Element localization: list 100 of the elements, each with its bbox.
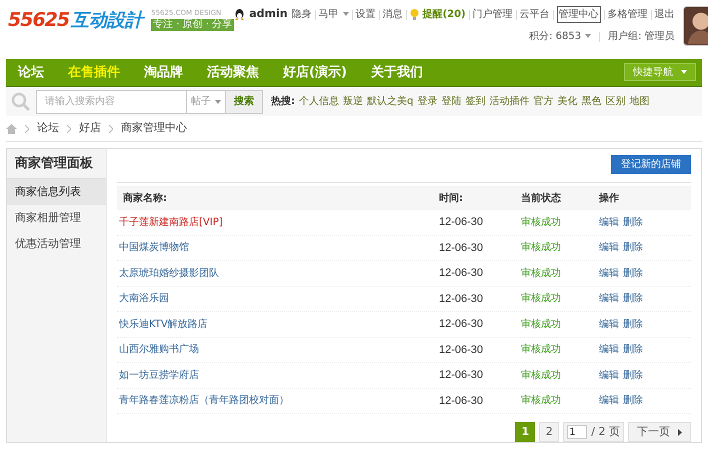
delete-link[interactable]: 删除 — [623, 368, 643, 383]
sidebar-item[interactable]: 商家信息列表 — [7, 179, 106, 205]
logo-slogan: 专注 · 原创 · 分享 — [151, 19, 234, 31]
store-name-link[interactable]: 快乐迪KTV解放路店 — [119, 318, 208, 330]
sidebar-item[interactable]: 商家相册管理 — [7, 205, 106, 231]
penguin-icon — [234, 8, 246, 20]
hot-search-link[interactable]: 黑色 — [581, 94, 602, 110]
delete-link[interactable]: 删除 — [623, 214, 643, 230]
user-group: 用户组: 管理员 — [608, 29, 675, 44]
delete-link[interactable]: 删除 — [623, 316, 643, 332]
caret-icon — [681, 70, 687, 74]
page-input[interactable]: 1 — [567, 425, 588, 439]
store-name-link[interactable]: 青年路春莲凉粉店（青年路团校对面） — [119, 395, 289, 406]
nav-tab[interactable]: 好店(演示) — [271, 62, 359, 82]
header-link[interactable]: 门户管理 — [472, 7, 513, 22]
table-cell: 12-06-30 — [439, 292, 484, 304]
caret-icon — [585, 34, 592, 38]
delete-link[interactable]: 删除 — [623, 291, 643, 306]
nav-tab[interactable]: 淘品牌 — [132, 62, 195, 82]
page-button[interactable]: 2 — [539, 422, 560, 442]
status-text: 审核成功 — [521, 370, 561, 381]
breadcrumb-link[interactable]: 论坛 — [37, 120, 59, 137]
store-name-link[interactable]: 大南浴乐园 — [119, 293, 169, 304]
hot-search-link[interactable]: 区别 — [605, 94, 626, 110]
avatar[interactable] — [682, 6, 708, 46]
status-text: 审核成功 — [521, 268, 561, 279]
breadcrumb-current: 商家管理中心 — [121, 120, 187, 136]
column-header: 操作 — [599, 192, 620, 206]
page-total: / 2 页 — [591, 424, 620, 440]
search-field[interactable]: 请输入搜索内容 — [36, 90, 186, 114]
nav-tab[interactable]: 活动聚焦 — [195, 62, 271, 82]
column-header: 时间: — [439, 192, 464, 206]
header-link[interactable]: 多格管理 — [608, 7, 648, 22]
table-cell: 12-06-30 — [439, 394, 484, 406]
status-text: 审核成功 — [521, 395, 561, 406]
hot-search-label: 热搜: — [271, 94, 295, 110]
table-cell: 12-06-30 — [439, 242, 484, 254]
edit-link[interactable]: 编辑 — [599, 266, 619, 281]
delete-link[interactable]: 删除 — [623, 240, 643, 256]
store-name-link[interactable]: 太原琥珀婚纱摄影团队 — [119, 268, 219, 279]
chevron-right-icon — [25, 124, 29, 133]
hot-search-link[interactable]: 签到 — [465, 94, 486, 110]
header-link[interactable]: 消息 — [382, 7, 403, 22]
sidebar-item[interactable]: 优惠活动管理 — [7, 231, 106, 257]
delete-link[interactable]: 删除 — [623, 266, 643, 281]
store-name-link[interactable]: 山西尔雅购书广场 — [119, 344, 199, 356]
next-page-button[interactable]: 下一页 — [628, 422, 691, 442]
site-logo[interactable]: 55625互动設計 — [8, 11, 144, 30]
hot-search-link[interactable]: 官方 — [533, 94, 554, 110]
nav-tab[interactable]: 论坛 — [6, 62, 56, 82]
hot-search-link[interactable]: 叛逆 — [343, 94, 363, 110]
search-button[interactable]: 搜索 — [225, 90, 263, 114]
hot-search-link[interactable]: 登陆 — [441, 94, 462, 110]
edit-link[interactable]: 编辑 — [599, 240, 619, 256]
edit-link[interactable]: 编辑 — [599, 291, 619, 306]
status-text: 审核成功 — [521, 344, 561, 356]
store-name-link[interactable]: 千子莲新建南路店[VIP] — [119, 216, 223, 228]
arrow-right-icon — [678, 428, 682, 436]
edit-link[interactable]: 编辑 — [599, 368, 619, 383]
breadcrumb-link[interactable]: 好店 — [79, 120, 101, 137]
delete-link[interactable]: 删除 — [623, 342, 643, 358]
column-header: 当前状态 — [521, 192, 562, 206]
alias-dropdown[interactable]: 马甲 — [318, 7, 349, 22]
caret-icon — [342, 12, 349, 16]
edit-link[interactable]: 编辑 — [599, 316, 619, 332]
table-cell: 12-06-30 — [439, 344, 484, 356]
hot-search-link[interactable]: 活动插件 — [489, 94, 530, 110]
store-name-link[interactable]: 中国煤炭博物馆 — [119, 242, 189, 254]
table-cell: 12-06-30 — [439, 369, 484, 381]
notifications-link[interactable]: 提醒(20) — [422, 7, 466, 22]
hot-search-link[interactable]: 登录 — [417, 94, 438, 110]
points-dropdown[interactable]: 积分: 6853 — [529, 29, 592, 44]
hot-search-link[interactable]: 美化 — [557, 94, 578, 110]
edit-link[interactable]: 编辑 — [599, 342, 619, 358]
lightbulb-icon — [410, 9, 419, 20]
table-cell: 12-06-30 — [439, 318, 484, 330]
edit-link[interactable]: 编辑 — [599, 393, 619, 408]
edit-link[interactable]: 编辑 — [599, 214, 619, 230]
register-store-button[interactable]: 登记新的店铺 — [611, 155, 691, 174]
header-link[interactable]: 管理中心 — [556, 6, 601, 23]
hot-search-link[interactable]: 个人信息 — [299, 94, 339, 110]
status-text: 审核成功 — [521, 216, 561, 228]
header-link[interactable]: 云平台 — [520, 7, 550, 22]
chevron-right-icon — [109, 124, 113, 133]
header-link[interactable]: 退出 — [654, 7, 675, 22]
status-link[interactable]: 隐身 — [292, 7, 312, 22]
hot-search-link[interactable]: 默认之美q — [367, 94, 414, 110]
delete-link[interactable]: 删除 — [623, 393, 643, 408]
nav-tab[interactable]: 关于我们 — [358, 62, 435, 82]
page-button[interactable]: 1 — [515, 422, 536, 442]
table-cell: 12-06-30 — [439, 267, 484, 279]
header-link[interactable]: 设置 — [356, 7, 376, 22]
username[interactable]: admin — [249, 6, 288, 23]
status-text: 审核成功 — [521, 242, 561, 254]
table-cell: 12-06-30 — [439, 216, 484, 228]
hot-search-link[interactable]: 地图 — [629, 94, 650, 110]
store-name-link[interactable]: 如一坊豆捞学府店 — [119, 370, 199, 381]
caret-icon — [215, 100, 221, 104]
status-text: 审核成功 — [521, 318, 561, 330]
column-header: 商家名称: — [122, 191, 168, 206]
